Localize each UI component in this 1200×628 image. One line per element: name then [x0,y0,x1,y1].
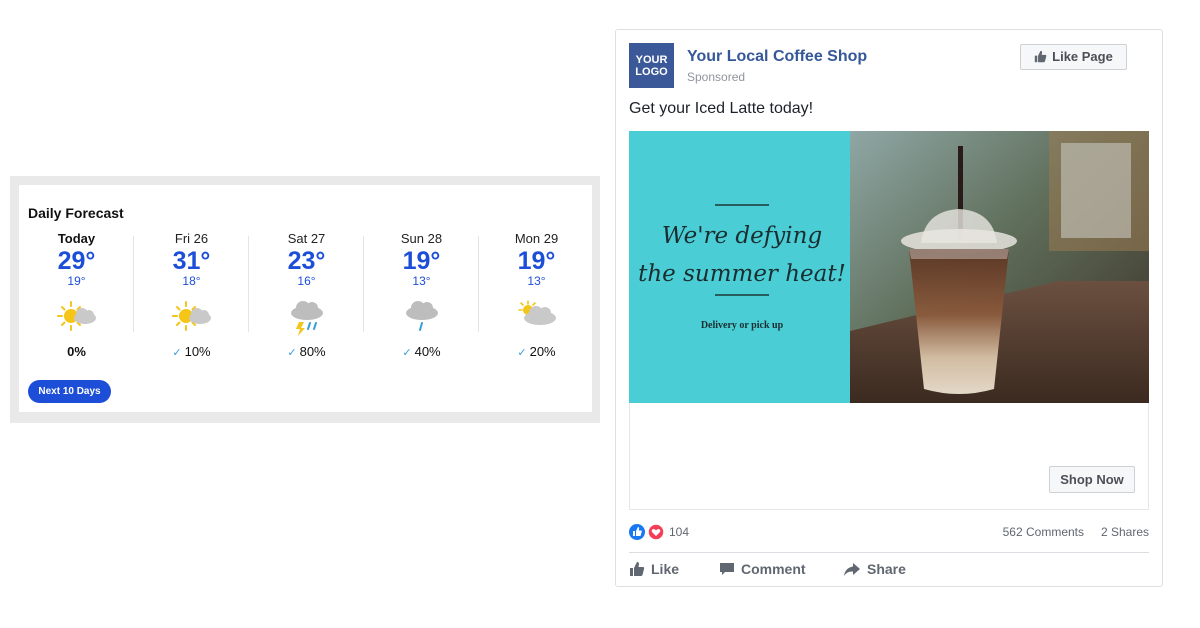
post-text: Get your Iced Latte today! [629,100,814,117]
post-actions: Like Comment Share [629,560,1149,580]
thumbs-up-icon [630,562,645,576]
low-temp: 19° [67,274,86,288]
rain-cloud-icon [405,301,438,331]
precip-row: ✓ 10% [134,344,249,361]
raindrop-icon: ✓ [517,347,527,359]
precip-row: ✓ 20% [479,344,594,361]
raindrop-icon: ✓ [287,347,297,359]
day-label: Sun 28 [400,231,443,246]
precip-chance: 80% [299,344,326,359]
share-button[interactable]: Share [843,560,906,578]
thunderstorm-icon [290,301,323,336]
comments-count[interactable]: 562 Comments [1003,525,1084,539]
day-label: Mon 29 [514,231,559,246]
shop-now-button[interactable]: Shop Now [1049,466,1135,493]
day-label: Fri 26 [174,231,209,246]
ad-link-area[interactable]: Shop Now [629,403,1149,510]
page-name-link[interactable]: Your Local Coffee Shop [687,48,867,66]
forecast-day-today[interactable]: Today 29° 19° 0% [19,230,134,370]
page-logo[interactable]: YOUR LOGO [629,43,674,88]
like-love-reaction-icon [629,523,665,541]
high-temp: 23° [287,247,326,275]
low-temp: 18° [182,274,201,288]
shares-count[interactable]: 2 Shares [1101,525,1149,539]
like-label: Like [651,561,680,577]
precip-chance: 40% [414,344,441,359]
comment-icon [720,563,734,575]
thumbs-up-icon [1034,50,1047,63]
forecast-day-sat[interactable]: Sat 27 23° 16° ✓ 80% [249,230,364,370]
sponsored-label: Sponsored [687,70,746,84]
ad-subtext: Delivery or pick up [701,320,784,331]
low-temp: 13° [527,274,546,288]
partly-sunny-icon [56,301,96,331]
ad-headline-line1: We're defying [662,223,822,249]
like-page-button[interactable]: Like Page [1020,44,1127,70]
raindrop-icon: ✓ [172,347,182,359]
low-temp: 13° [412,274,431,288]
raindrop-icon: ✓ [402,347,412,359]
engagement-stats: 104 562 Comments 2 Shares [629,522,1149,542]
day-label: Today [57,231,96,246]
high-temp: 19° [517,247,556,275]
next-10-days-button[interactable]: Next 10 Days [28,380,111,403]
share-label: Share [867,561,906,577]
ad-headline-line2: the summer heat! [638,261,846,287]
forecast-day-sun[interactable]: Sun 28 19° 13° ✓ 40% [364,230,479,370]
forecast-day-mon[interactable]: Mon 29 19° 13° ✓ 20% [479,230,594,370]
precip-chance: 10% [184,344,211,359]
daily-forecast-card: Daily Forecast Today 29° 19° 0% Fri 26 3… [19,185,592,412]
forecast-day-fri[interactable]: Fri 26 31° 18° ✓ 10% [134,230,249,370]
forecast-title: Daily Forecast [28,205,124,221]
weather-widget-frame: Daily Forecast Today 29° 19° 0% Fri 26 3… [10,176,600,423]
comment-label: Comment [741,561,806,577]
day-label: Sat 27 [287,231,326,246]
share-arrow-icon [844,563,860,576]
precip-row: ✓ 80% [249,344,364,361]
precip-chance: 0% [67,344,86,359]
logo-text-line1: YOUR [635,54,668,66]
ad-image-graphic: We're defying the summer heat! Delivery … [629,131,1149,403]
comment-button[interactable]: Comment [719,560,806,578]
divider [629,552,1149,553]
high-temp: 29° [57,247,96,275]
like-page-label: Like Page [1052,49,1113,64]
low-temp: 16° [297,274,316,288]
partly-sunny-icon [171,301,211,331]
facebook-ad-card: YOUR LOGO Your Local Coffee Shop Sponsor… [615,29,1163,587]
precip-chance: 20% [529,344,556,359]
high-temp: 31° [172,247,211,275]
precip-row: ✓ 40% [364,344,479,361]
reactions[interactable] [629,523,665,545]
high-temp: 19° [402,247,441,275]
like-button[interactable]: Like [629,560,679,578]
reaction-count[interactable]: 104 [669,525,689,539]
ad-image[interactable]: We're defying the summer heat! Delivery … [629,131,1149,403]
mostly-cloudy-icon [517,300,556,325]
logo-text-line2: LOGO [635,66,668,78]
